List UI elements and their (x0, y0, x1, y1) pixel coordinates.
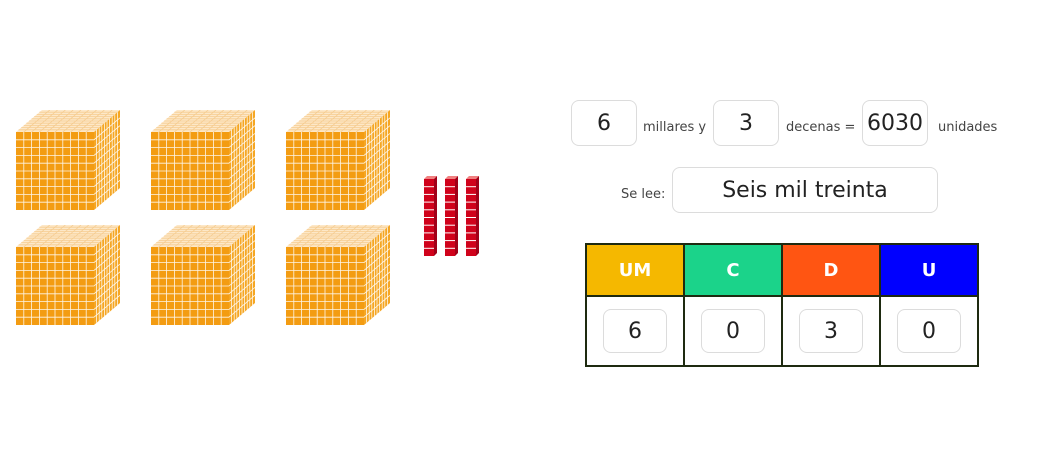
header-d: D (781, 243, 881, 297)
thousand-cube (16, 110, 120, 212)
cell-c: 0 (683, 295, 783, 367)
tens-input[interactable]: 3 (713, 100, 779, 146)
thousand-cube (16, 225, 120, 327)
u-input[interactable]: 0 (897, 309, 961, 353)
header-um: UM (585, 243, 685, 297)
cell-u: 0 (879, 295, 979, 367)
tens-label: decenas = (786, 120, 856, 135)
ten-rod (445, 176, 458, 256)
place-value-table: UM C D U 6 0 3 0 (585, 243, 979, 367)
reading-input[interactable]: Seis mil treinta (672, 167, 938, 213)
header-c: C (683, 243, 783, 297)
thousand-cube (286, 225, 390, 327)
thousand-cube (151, 110, 255, 212)
ten-rod (424, 176, 437, 256)
place-value-activity: 6 millares y 3 decenas = 6030 unidades S… (0, 0, 1041, 455)
header-u: U (879, 243, 979, 297)
cell-d: 3 (781, 295, 881, 367)
c-input[interactable]: 0 (701, 309, 765, 353)
units-label: unidades (938, 120, 998, 135)
units-total-input[interactable]: 6030 (862, 100, 928, 146)
reading-label: Se lee: (621, 187, 666, 202)
thousands-label: millares y (643, 120, 707, 135)
cell-um: 6 (585, 295, 685, 367)
um-input[interactable]: 6 (603, 309, 667, 353)
ten-rod (466, 176, 479, 256)
thousand-cube (151, 225, 255, 327)
d-input[interactable]: 3 (799, 309, 863, 353)
thousand-cube (286, 110, 390, 212)
thousands-input[interactable]: 6 (571, 100, 637, 146)
